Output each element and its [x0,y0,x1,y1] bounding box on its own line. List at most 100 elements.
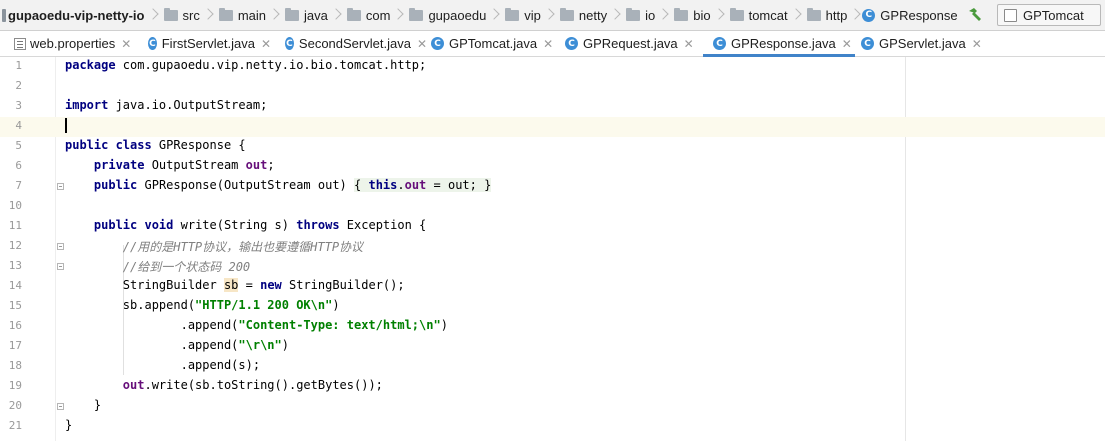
breadcrumb-item-src[interactable]: src [183,8,200,23]
breadcrumb-item-bio[interactable]: bio [693,8,710,23]
code-line: 21 } [0,417,1105,437]
fold-expand-icon[interactable] [57,183,64,190]
folder-icon [505,7,520,21]
folder-icon [626,7,641,21]
breadcrumb-file[interactable]: GPResponse [880,8,957,23]
chevron-right-icon [792,5,801,25]
chevron-right-icon [204,5,213,25]
close-icon[interactable]: ✕ [261,37,271,51]
breadcrumb-project[interactable]: gupaoedu-vip-netty-io [8,8,145,23]
tab-gpservlet[interactable]: C GPServlet.java ✕ [855,31,985,56]
chevron-right-icon [490,5,499,25]
tab-label: GPRequest.java [583,36,678,51]
project-folder-icon [2,8,6,22]
code-text: .append(s); [65,358,261,372]
navigation-bar: gupaoedu-vip-netty-io src main java com … [0,0,1105,31]
line-number: 19 [8,379,22,392]
java-class-icon: C [285,37,294,50]
code-editor[interactable]: 1 package com.gupaoedu.vip.netty.io.bio.… [0,57,1105,441]
code-text: StringBuilder sb = new StringBuilder(); [65,278,405,292]
text-cursor [65,118,67,133]
tab-secondservlet[interactable]: C SecondServlet.java ✕ [271,31,427,56]
code-line: 5 public class GPResponse { [0,137,1105,157]
line-number: 15 [8,299,22,312]
folder-icon [729,7,744,21]
fold-collapse-icon[interactable] [57,263,64,270]
close-icon[interactable]: ✕ [543,37,553,51]
code-line: 6 private OutputStream out; [0,157,1105,177]
breadcrumb-item-tomcat[interactable]: tomcat [749,8,788,23]
folder-icon [409,7,424,21]
chevron-right-icon [715,5,724,25]
code-line: 7 public GPResponse(OutputStream out) { … [0,177,1105,197]
line-number: 14 [8,279,22,292]
chevron-right-icon [545,5,554,25]
tab-web-properties[interactable]: web.properties ✕ [0,31,134,56]
chevron-right-icon [270,5,279,25]
java-class-icon: C [431,37,444,50]
code-line: 17 .append("\r\n") [0,337,1105,357]
code-line: 1 package com.gupaoedu.vip.netty.io.bio.… [0,57,1105,77]
line-number: 18 [8,359,22,372]
line-number: 21 [8,419,22,432]
folder-icon [218,7,233,21]
close-icon[interactable]: ✕ [972,37,982,51]
line-number: 4 [15,119,22,132]
tab-label: GPServlet.java [879,36,966,51]
code-line: 12 //用的是HTTP协议，输出也要遵循HTTP协议 [0,237,1105,257]
code-text: private OutputStream out; [93,158,275,172]
java-class-icon: C [148,37,157,50]
tab-gptomcat[interactable]: C GPTomcat.java ✕ [427,31,561,56]
close-icon[interactable]: ✕ [121,37,131,51]
line-number: 1 [15,59,22,72]
breadcrumb-item-vip[interactable]: vip [524,8,541,23]
fold-collapse-icon[interactable] [57,403,64,410]
tab-gprequest[interactable]: C GPRequest.java ✕ [561,31,703,56]
line-number: 10 [8,199,22,212]
hammer-icon[interactable] [966,6,984,24]
line-number: 17 [8,339,22,352]
code-text: sb.append("HTTP/1.1 200 OK\n") [65,298,340,312]
java-class-icon: C [713,37,726,50]
folder-icon [285,7,300,21]
breadcrumb-item-java[interactable]: java [304,8,328,23]
breadcrumb-item-io[interactable]: io [645,8,655,23]
line-number: 7 [15,179,22,192]
code-text: //给到一个状态码 200 [122,260,251,274]
line-number: 6 [15,159,22,172]
code-line: 16 .append("Content-Type: text/html;\n") [0,317,1105,337]
code-line: 15 sb.append("HTTP/1.1 200 OK\n") [0,297,1105,317]
fold-collapse-icon[interactable] [57,243,64,250]
code-text: public GPResponse(OutputStream out) { th… [93,178,492,192]
folder-icon [346,7,361,21]
code-text: package com.gupaoedu.vip.netty.io.bio.to… [65,58,427,72]
breadcrumb-item-com[interactable]: com [366,8,391,23]
chevron-right-icon [851,5,860,25]
code-text: public class GPResponse { [65,138,246,152]
folder-icon [806,7,821,21]
line-number: 5 [15,139,22,152]
tab-gpresponse[interactable]: C GPResponse.java ✕ [703,31,855,57]
code-text: public void write(String s) throws Excep… [93,218,427,232]
code-text: .append("Content-Type: text/html;\n") [65,318,448,332]
close-icon[interactable]: ✕ [842,37,852,51]
breadcrumb-item-main[interactable]: main [238,8,266,23]
close-icon[interactable]: ✕ [417,37,427,51]
tab-label: FirstServlet.java [161,36,255,51]
breadcrumb-item-http[interactable]: http [826,8,848,23]
breadcrumb-item-gupaoedu[interactable]: gupaoedu [428,8,486,23]
code-line: 20 } [0,397,1105,417]
run-configuration-label: GPTomcat [1023,7,1084,23]
line-number: 13 [8,259,22,272]
chevron-right-icon [659,5,668,25]
run-configuration-select[interactable]: GPTomcat [997,4,1101,26]
close-icon[interactable]: ✕ [684,37,694,51]
breadcrumb-item-netty[interactable]: netty [579,8,607,23]
tab-label: GPResponse.java [731,36,836,51]
code-line: 3 import java.io.OutputStream; [0,97,1105,117]
tab-firstservlet[interactable]: C FirstServlet.java ✕ [134,31,271,56]
java-class-icon: C [565,37,578,50]
code-line: 14 StringBuilder sb = new StringBuilder(… [0,277,1105,297]
tab-label: web.properties [30,36,116,51]
code-line: 11 public void write(String s) throws Ex… [0,217,1105,237]
